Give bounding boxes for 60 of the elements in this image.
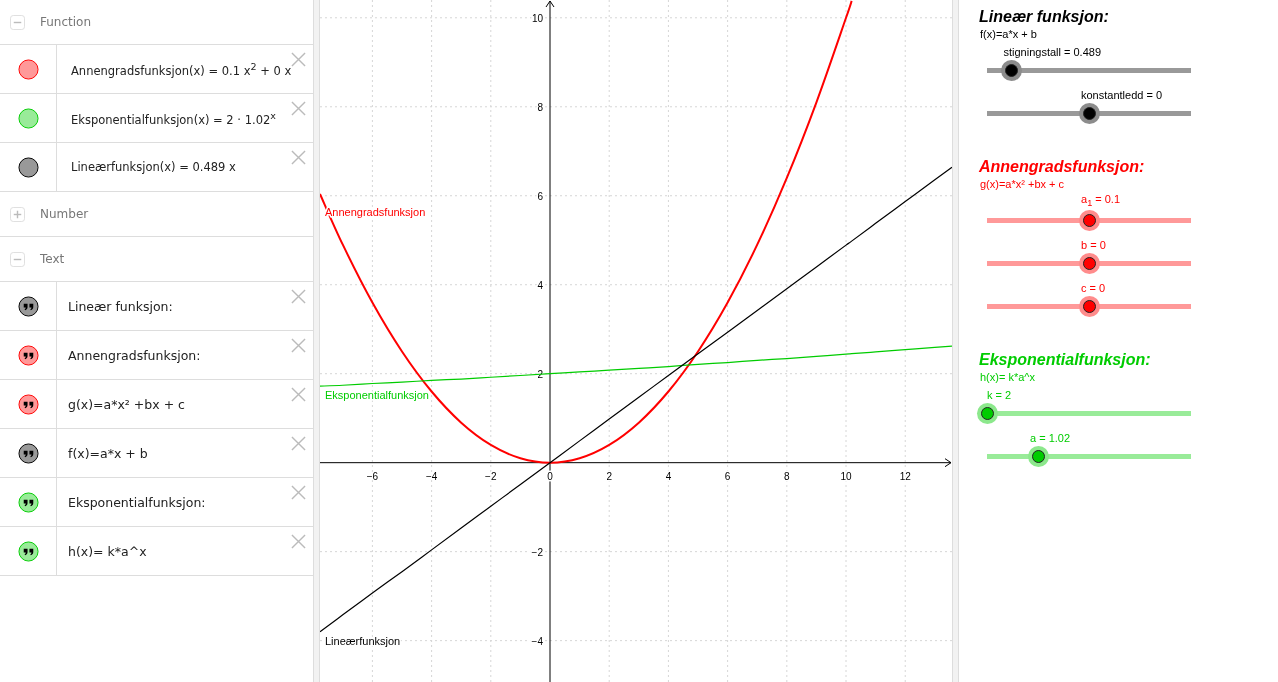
algebra-entry[interactable]: Lineær funksjon:	[68, 298, 173, 314]
slider-label: konstantledd = 0	[1081, 89, 1163, 101]
slider-thumb[interactable]	[1031, 450, 1045, 463]
quote-icon[interactable]	[17, 393, 39, 415]
y-tick-label: 2	[537, 368, 543, 380]
quote-icon[interactable]	[17, 442, 39, 464]
y-tick-label: 4	[537, 279, 543, 291]
slider-label: stigningstall = 0.489	[1003, 46, 1101, 58]
algebra-entry[interactable]: Annengradsfunksjon:	[68, 347, 201, 363]
x-tick-label: 8	[784, 470, 790, 482]
quote-icon[interactable]	[17, 295, 39, 317]
formula-text: g(x)=a*x² +bx + c	[980, 178, 1066, 190]
slider-thumb[interactable]	[1004, 64, 1018, 77]
visibility-dot[interactable]	[17, 107, 39, 129]
section-heading: Lineær funksjon:	[979, 8, 1110, 26]
algebra-entry[interactable]: h(x)= k*a^x	[68, 543, 147, 559]
x-tick-label: 10	[840, 470, 852, 482]
x-tick-label: 6	[724, 470, 731, 482]
quote-icon[interactable]	[17, 344, 39, 366]
y-tick-label: 10	[531, 12, 543, 24]
slider-thumb[interactable]	[980, 407, 994, 420]
algebra-entry[interactable]: Annengradsfunksjon(x) = 0.1 x$^{2}$ + 0 x	[71, 60, 292, 78]
slider-label: c = 0	[1081, 282, 1106, 294]
algebra-entry[interactable]: Lineærfunksjon(x) = 0.489 x	[71, 160, 236, 174]
slider-thumb[interactable]	[1082, 257, 1096, 270]
visibility-dot[interactable]	[17, 58, 39, 80]
slider-label: b = 0	[1081, 239, 1106, 251]
y-tick-label: 6	[537, 190, 543, 202]
slider-label: k = 2	[987, 389, 1012, 401]
section-heading: Annengradsfunksjon:	[979, 158, 1146, 176]
formula-text: f(x)=a*x + b	[980, 28, 1038, 40]
algebra-entry[interactable]: g(x)=a*x² +bx + c	[68, 396, 185, 412]
quote-icon[interactable]	[17, 540, 39, 562]
x-tick-label: 0	[547, 470, 553, 482]
x-tick-label: −4	[425, 470, 438, 482]
algebra-entry[interactable]: Eksponentialfunksjon:	[68, 494, 206, 510]
quote-icon[interactable]	[17, 491, 39, 513]
x-tick-label: 4	[665, 470, 672, 482]
x-tick-label: −6	[366, 470, 379, 482]
curve-label: Lineærfunksjon	[325, 634, 401, 647]
section-title: Text	[40, 252, 65, 266]
y-tick-label: −2	[531, 546, 543, 558]
algebra-entry[interactable]: f(x)=a*x + b	[68, 445, 148, 461]
algebra-entry[interactable]: Eksponentialfunksjon(x) = 2 · 1.02$^{x}$	[71, 109, 276, 127]
formula-text: h(x)= k*a^x	[980, 371, 1036, 383]
slider-thumb[interactable]	[1082, 214, 1096, 227]
slider-label: a = 1.02	[1030, 432, 1071, 444]
slider-thumb[interactable]	[1082, 300, 1096, 313]
y-tick-label: 8	[537, 101, 543, 113]
x-tick-label: −2	[485, 470, 497, 482]
section-title: Function	[40, 15, 92, 29]
slider-label: a$_{1}$ = 0.1	[1081, 192, 1121, 208]
x-tick-label: 12	[899, 470, 911, 482]
slider-thumb[interactable]	[1082, 107, 1096, 120]
curve-label: Eksponentialfunksjon	[325, 389, 429, 402]
section-title: Number	[40, 207, 89, 221]
x-tick-label: 2	[606, 470, 612, 482]
section-heading: Eksponentialfunksjon:	[979, 351, 1152, 369]
y-tick-label: −4	[531, 635, 543, 647]
visibility-dot[interactable]	[17, 156, 39, 178]
